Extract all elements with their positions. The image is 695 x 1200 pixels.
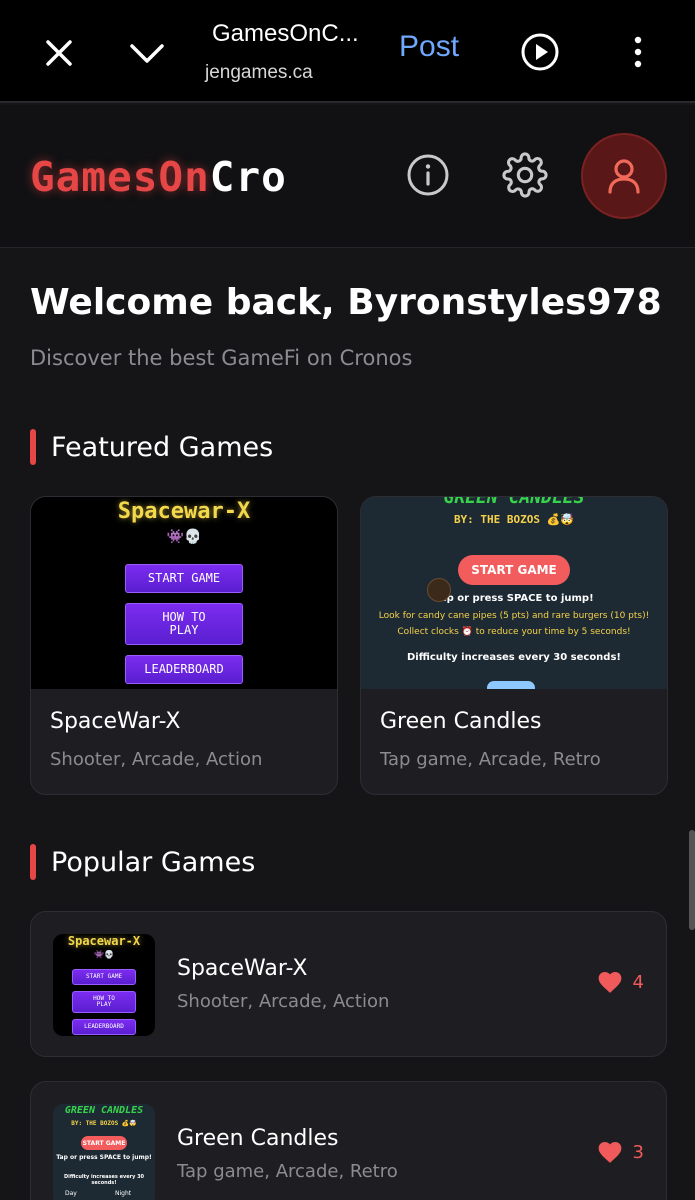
heart-icon xyxy=(598,1142,621,1163)
thumb-how-button: HOW TO PLAY xyxy=(125,603,243,645)
featured-card-green-candles[interactable]: GREEN CANDLES BY: THE BOZOS 💰🤯 START GAM… xyxy=(360,496,668,795)
app-header: GamesOnCro xyxy=(0,105,695,248)
thumb-how-button: HOW TO PLAY xyxy=(72,991,136,1013)
featured-heading: Featured Games xyxy=(30,428,273,466)
thumb-game-title: Spacewar-X xyxy=(67,934,141,948)
thumb-how-line2: PLAY xyxy=(96,1001,112,1008)
user-icon xyxy=(608,159,640,194)
site-logo[interactable]: GamesOnCro xyxy=(30,153,287,201)
game-thumbnail: GREEN CANDLES BY: THE BOZOS 💰🤯 START GAM… xyxy=(53,1104,155,1200)
post-button[interactable]: Post xyxy=(399,30,459,64)
like-button[interactable]: 4 xyxy=(597,970,644,994)
popular-heading-text: Popular Games xyxy=(51,846,256,878)
game-tags: Tap game, Arcade, Retro xyxy=(177,1161,398,1182)
featured-heading-text: Featured Games xyxy=(51,431,274,463)
thumb-start-button: START GAME xyxy=(72,969,136,985)
alien-skull-icon: 👾💀 xyxy=(166,529,202,545)
game-name: Green Candles xyxy=(380,709,542,734)
thumb-leaderboard-button: LEADERBOARD xyxy=(72,1019,136,1035)
thumb-start-button: START GAME xyxy=(81,1136,127,1150)
game-tags: Shooter, Arcade, Action xyxy=(50,749,263,770)
heart-icon xyxy=(598,972,621,993)
heading-accent-bar xyxy=(30,844,36,880)
info-icon[interactable] xyxy=(405,152,451,198)
thumb-start-button: START GAME xyxy=(125,564,243,593)
game-thumbnail: Spacewar-X 👾💀 START GAME HOW TO PLAY LEA… xyxy=(31,497,337,689)
popular-heading: Popular Games xyxy=(30,843,255,881)
toggle-icon xyxy=(487,681,535,689)
popular-item-spacewar[interactable]: Spacewar-X 👾💀 START GAME HOW TO PLAY LEA… xyxy=(30,911,667,1057)
thumb-by-line: BY: THE BOZOS 💰🤯 xyxy=(71,1120,137,1127)
game-name: Green Candles xyxy=(177,1126,339,1151)
cookie-icon xyxy=(427,578,451,602)
logo-white-part: Cro xyxy=(209,153,287,201)
game-tags: Tap game, Arcade, Retro xyxy=(380,749,601,770)
game-name: SpaceWar-X xyxy=(50,709,181,734)
thumb-line: Collect clocks ⏰ to reduce your time by … xyxy=(397,627,631,637)
game-tags: Shooter, Arcade, Action xyxy=(177,991,390,1012)
thumb-game-title: Spacewar-X xyxy=(117,499,251,524)
game-thumbnail: GREEN CANDLES BY: THE BOZOS 💰🤯 START GAM… xyxy=(361,497,667,689)
game-thumbnail: Spacewar-X 👾💀 START GAME HOW TO PLAY LEA… xyxy=(53,934,155,1036)
popular-item-green-candles[interactable]: GREEN CANDLES BY: THE BOZOS 💰🤯 START GAM… xyxy=(30,1081,667,1200)
thumb-line: Look for candy cane pipes (5 pts) and ra… xyxy=(378,611,650,621)
like-count: 4 xyxy=(632,971,644,993)
gear-icon[interactable] xyxy=(502,152,548,198)
heading-accent-bar xyxy=(30,429,36,465)
alien-skull-icon: 👾💀 xyxy=(94,950,114,959)
scrollbar[interactable] xyxy=(689,830,695,930)
logo-red-part: GamesOn xyxy=(30,153,210,201)
day-label: Day xyxy=(65,1190,77,1197)
thumb-line: Difficulty increases every 30 seconds! xyxy=(63,1174,145,1186)
like-button[interactable]: 3 xyxy=(597,1140,644,1164)
chevron-down-icon[interactable] xyxy=(126,32,168,74)
more-vertical-icon[interactable] xyxy=(628,32,648,72)
thumb-game-title: GREEN CANDLES xyxy=(443,497,585,508)
like-count: 3 xyxy=(632,1141,644,1163)
night-label: Night xyxy=(115,1190,132,1197)
thumb-start-button: START GAME xyxy=(458,555,570,585)
game-name: SpaceWar-X xyxy=(177,956,308,981)
thumb-by-text: BY: THE BOZOS xyxy=(453,513,541,526)
welcome-title: Welcome back, Byronstyles978 xyxy=(30,282,662,323)
thumb-how-line2: PLAY xyxy=(169,623,199,637)
play-icon[interactable] xyxy=(520,32,560,72)
thumb-by-line: BY: THE BOZOS 💰🤯 xyxy=(453,513,575,526)
profile-button[interactable] xyxy=(581,133,667,219)
thumb-by-text: BY: THE BOZOS xyxy=(71,1120,119,1127)
browser-url: jengames.ca xyxy=(205,62,313,83)
thumb-line: Tap or press SPACE to jump! xyxy=(56,1154,152,1161)
browser-toolbar: GamesOnC... jengames.ca Post xyxy=(0,0,695,103)
close-icon[interactable] xyxy=(38,32,80,74)
welcome-subtitle: Discover the best GameFi on Cronos xyxy=(30,346,413,370)
thumb-game-title: GREEN CANDLES xyxy=(64,1105,144,1116)
thumb-line: Difficulty increases every 30 seconds! xyxy=(407,652,621,663)
featured-card-spacewar[interactable]: Spacewar-X 👾💀 START GAME HOW TO PLAY LEA… xyxy=(30,496,338,795)
thumb-leaderboard-button: LEADERBOARD xyxy=(125,655,243,684)
thumb-line: Tap or press SPACE to jump! xyxy=(434,593,594,604)
browser-page-title: GamesOnC... xyxy=(212,20,359,47)
